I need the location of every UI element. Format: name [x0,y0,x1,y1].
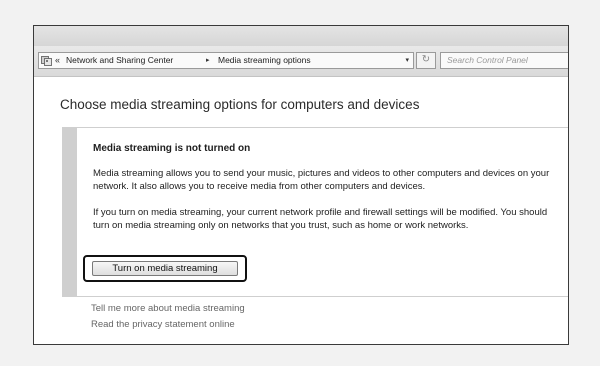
turn-on-media-streaming-button[interactable]: Turn on media streaming [92,261,238,276]
panel-warning: If you turn on media streaming, your cur… [93,207,548,231]
refresh-icon: ↻ [421,54,431,65]
panel-accent-bar [63,128,77,296]
control-panel-window: « Network and Sharing Center ▸ Media str… [33,25,569,345]
breadcrumb-separator-icon[interactable]: ▸ [206,53,210,68]
highlight-outline: Turn on media streaming [83,255,247,282]
media-streaming-panel: Media streaming is not turned on Media s… [62,127,568,297]
refresh-button[interactable]: ↻ [416,52,436,69]
window-top-strip [34,26,568,46]
panel-heading: Media streaming is not turned on [93,143,251,154]
page-title: Choose media streaming options for compu… [60,97,420,112]
breadcrumb-media-streaming-options[interactable]: Media streaming options [218,53,311,68]
search-input[interactable]: Search Control Panel [440,52,568,69]
control-panel-icon [41,55,52,66]
link-privacy-statement[interactable]: Read the privacy statement online [91,319,235,330]
address-bar[interactable]: « Network and Sharing Center ▸ Media str… [38,52,414,69]
breadcrumb-network-and-sharing-center[interactable]: Network and Sharing Center [66,53,173,68]
navigation-bar: « Network and Sharing Center ▸ Media str… [34,46,568,77]
content-area: Choose media streaming options for compu… [34,77,568,344]
panel-description: Media streaming allows you to send your … [93,168,550,192]
link-tell-me-more[interactable]: Tell me more about media streaming [91,303,245,314]
screenshot-frame: « Network and Sharing Center ▸ Media str… [0,0,600,366]
chevron-double-left-icon[interactable]: « [55,53,60,68]
chevron-down-icon[interactable]: ▾ [405,53,409,68]
